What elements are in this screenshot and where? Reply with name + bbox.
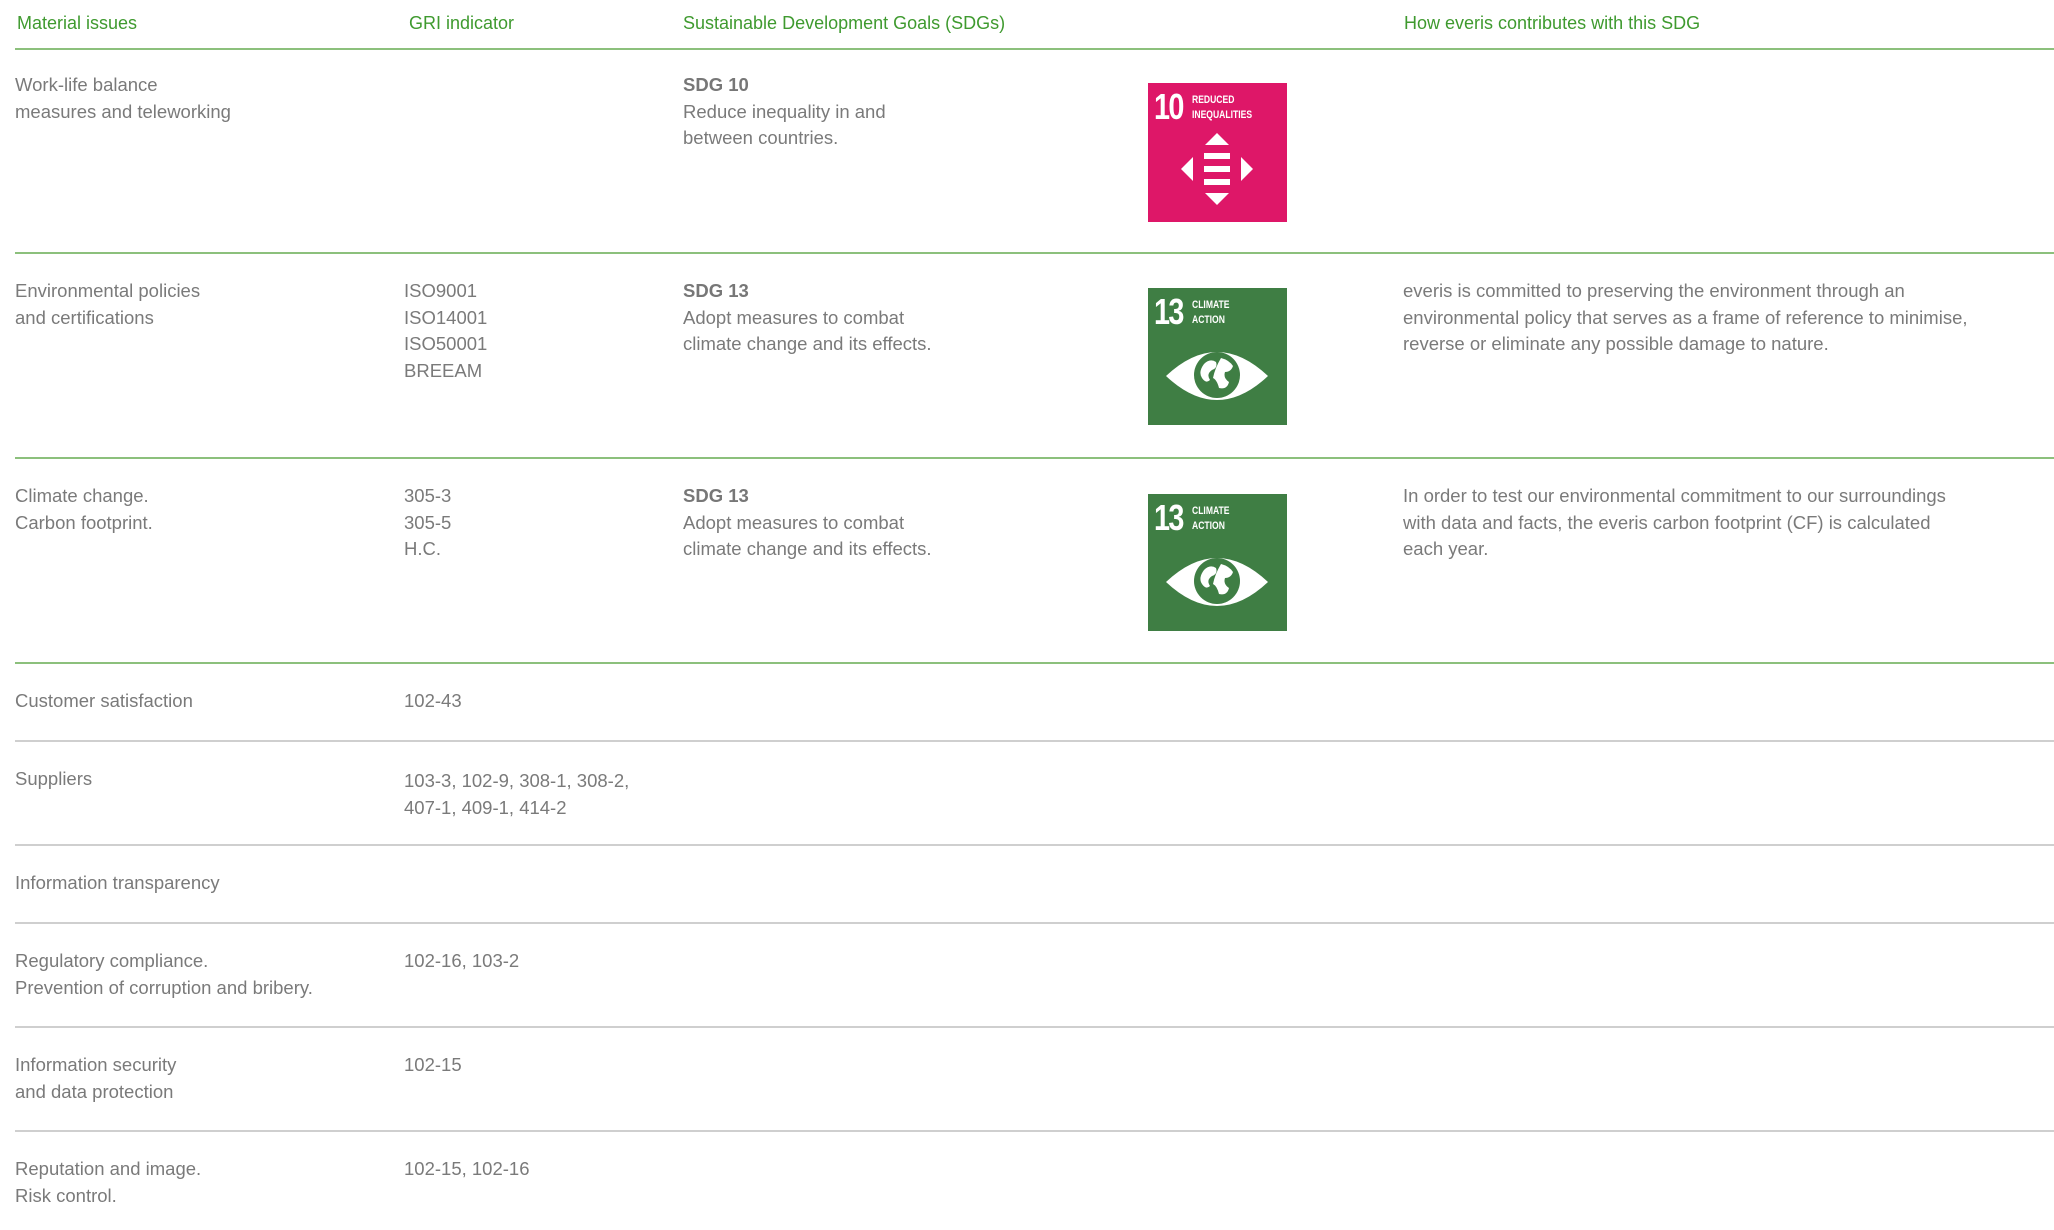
gri-indicator-cell: 102-15: [404, 1052, 462, 1079]
sdg-description-line: Adopt measures to combat: [683, 306, 905, 328]
gri-indicator-cell: 102-16, 103-2: [404, 948, 519, 975]
contribution-line: each year.: [1403, 538, 1489, 559]
material-issue-line: measures and teleworking: [15, 100, 231, 122]
sdg-description-line: climate change and its effects.: [683, 538, 932, 559]
material-issue-line: Customer satisfaction: [15, 690, 193, 711]
sdg-code: SDG 13: [683, 485, 749, 506]
sdg-cell: SDG 10 Reduce inequality in and between …: [683, 72, 886, 152]
material-issue-line: Carbon footprint.: [15, 511, 153, 533]
gri-indicator-cell: 102-15, 102-16: [404, 1156, 530, 1183]
gri-indicator-line: H.C.: [404, 538, 441, 559]
sdg-cell: SDG 13 Adopt measures to combat climate …: [683, 483, 932, 563]
material-issue-cell: Regulatory compliance. Prevention of cor…: [15, 948, 313, 1001]
sdg-description-line: between countries.: [683, 127, 839, 148]
sdg-10-tile: 10 REDUCED INEQUALITIES: [1148, 83, 1287, 222]
table-header: Material issues GRI indicator Sustainabl…: [15, 0, 2054, 50]
contribution-line: reverse or eliminate any possible damage…: [1403, 333, 1829, 354]
material-issue-line: Information security: [15, 1054, 177, 1075]
sdg-description-line: climate change and its effects.: [683, 333, 932, 354]
material-issue-cell: Information security and data protection: [15, 1052, 176, 1105]
table-row: Work-life balance measures and teleworki…: [15, 50, 2054, 254]
material-issue-line: Work-life balance: [15, 74, 158, 95]
sdg-code: SDG 13: [683, 280, 749, 301]
contribution-line: with data and facts, the everis carbon f…: [1403, 511, 1931, 533]
material-issue-cell: Climate change. Carbon footprint.: [15, 483, 153, 536]
table-row: Customer satisfaction 102-43: [15, 664, 2054, 742]
gri-indicator-cell: 102-43: [404, 688, 462, 715]
sdg-cell: SDG 13 Adopt measures to combat climate …: [683, 278, 932, 358]
gri-indicator-line: 407-1, 409-1, 414-2: [404, 796, 567, 818]
material-issue-line: Climate change.: [15, 485, 149, 506]
gri-indicator-cell: 103-3, 102-9, 308-1, 308-2, 407-1, 409-1…: [404, 768, 629, 821]
gri-indicator-line: ISO14001: [404, 306, 488, 328]
table-row: Reputation and image. Risk control. 102-…: [15, 1132, 2054, 1230]
table-row: Regulatory compliance. Prevention of cor…: [15, 924, 2054, 1028]
gri-indicator-line: ISO50001: [404, 333, 488, 354]
gri-indicator-line: 102-15, 102-16: [404, 1158, 530, 1179]
everis-contribution-cell: everis is committed to preserving the en…: [1403, 278, 1968, 358]
gri-indicator-line: 103-3, 102-9, 308-1, 308-2,: [404, 770, 630, 791]
header-material-issues: Material issues: [17, 13, 138, 33]
gri-indicator-cell: 305-3 305-5 H.C.: [404, 483, 451, 563]
contribution-line: everis is committed to preserving the en…: [1403, 280, 1905, 301]
material-issue-line: Prevention of corruption and bribery.: [15, 976, 313, 998]
header-sdgs: Sustainable Development Goals (SDGs): [683, 13, 1006, 33]
table-row: Information transparency: [15, 846, 2054, 924]
material-issue-cell: Environmental policies and certification…: [15, 278, 200, 331]
material-issue-line: and data protection: [15, 1080, 174, 1102]
gri-indicator-line: 102-43: [404, 690, 462, 711]
sdg-13-tile: 13 CLIMATE ACTION: [1148, 288, 1287, 425]
header-gri-indicator: GRI indicator: [409, 13, 515, 33]
everis-contribution-cell: In order to test our environmental commi…: [1403, 483, 1946, 563]
material-issue-line: Environmental policies: [15, 280, 201, 301]
material-issue-cell: Suppliers: [15, 766, 92, 793]
material-issue-line: Regulatory compliance.: [15, 950, 209, 971]
table-row: Climate change. Carbon footprint. 305-3 …: [15, 459, 2054, 664]
gri-indicator-line: 305-5: [404, 511, 452, 533]
gri-sdg-table: Material issues GRI indicator Sustainabl…: [0, 0, 2054, 1230]
gri-indicator-line: BREEAM: [404, 359, 483, 381]
sdg-13-tile: 13 CLIMATE ACTION: [1148, 494, 1287, 631]
gri-indicator-line: ISO9001: [404, 280, 478, 301]
table-row: Environmental policies and certification…: [15, 254, 2054, 459]
material-issue-cell: Customer satisfaction: [15, 688, 193, 715]
material-issue-line: Suppliers: [15, 768, 93, 789]
material-issue-cell: Work-life balance measures and teleworki…: [15, 72, 231, 125]
gri-indicator-line: 305-3: [404, 485, 452, 506]
material-issue-line: Information transparency: [15, 872, 220, 893]
climate-action-eye-icon: [1166, 352, 1268, 400]
table-row: Information security and data protection…: [15, 1028, 2054, 1132]
gri-indicator-line: 102-16, 103-2: [404, 950, 520, 971]
sdg-description-line: Reduce inequality in and: [683, 100, 886, 122]
material-issue-cell: Reputation and image. Risk control.: [15, 1156, 201, 1209]
material-issue-line: Risk control.: [15, 1184, 117, 1206]
header-everis-contribution: How everis contributes with this SDG: [1404, 13, 1701, 33]
gri-indicator-line: 102-15: [404, 1054, 462, 1075]
contribution-line: In order to test our environmental commi…: [1403, 485, 1946, 506]
sdg-description-line: Adopt measures to combat: [683, 511, 905, 533]
material-issue-line: Reputation and image.: [15, 1158, 202, 1179]
gri-indicator-cell: ISO9001 ISO14001 ISO50001 BREEAM: [404, 278, 487, 384]
contribution-line: environmental policy that serves as a fr…: [1403, 306, 1968, 328]
material-issue-line: and certifications: [15, 306, 154, 328]
reduced-inequalities-icon: [1181, 133, 1253, 205]
sdg-code: SDG 10: [683, 74, 749, 95]
material-issue-cell: Information transparency: [15, 870, 220, 897]
climate-action-eye-icon: [1166, 558, 1268, 606]
table-row: Suppliers 103-3, 102-9, 308-1, 308-2, 40…: [15, 742, 2054, 846]
